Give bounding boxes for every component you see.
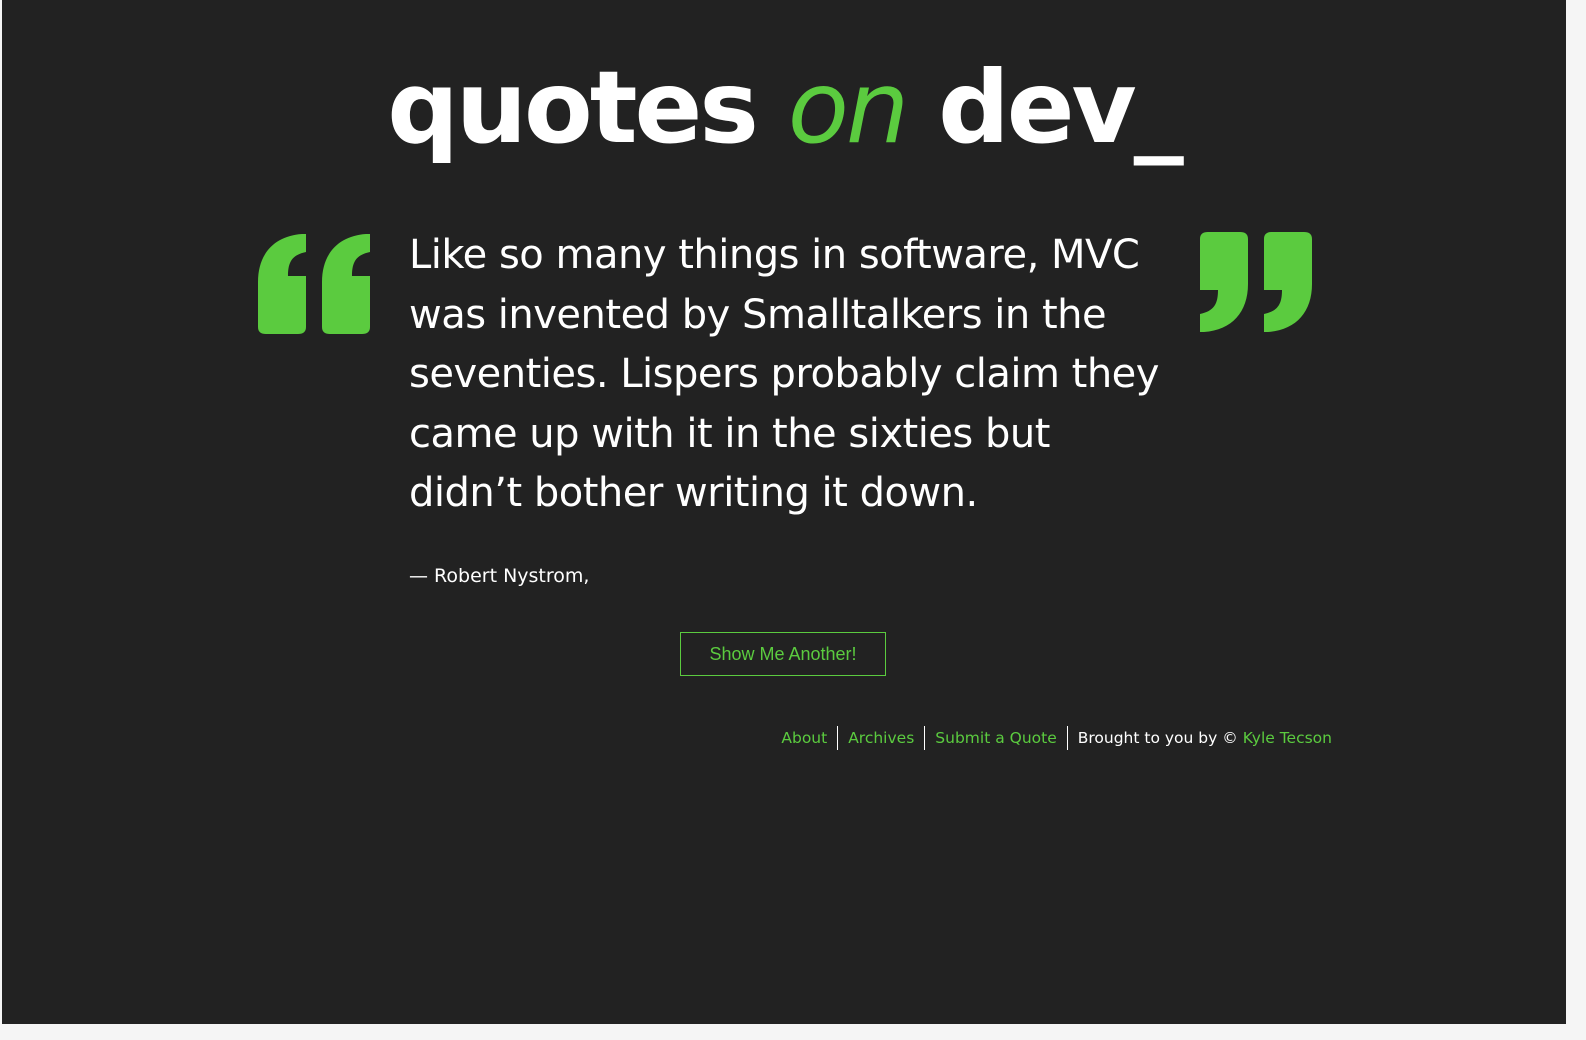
page: quotes on dev_ Like so many things in so… [2, 0, 1566, 1024]
footer-link-submit-quote[interactable]: Submit a Quote [935, 729, 1056, 747]
quote-text: Like so many things in software, MVC was… [409, 232, 1159, 516]
site-title-dev: dev_ [938, 49, 1184, 166]
footer-divider [1066, 726, 1068, 750]
footer-divider [837, 726, 839, 750]
show-another-button[interactable]: Show Me Another! [680, 632, 886, 676]
footer-author-link[interactable]: Kyle Tecson [1243, 729, 1332, 747]
quote-author: — Robert Nystrom, [409, 565, 590, 587]
site-title-on: on [787, 49, 910, 166]
footer-nav: About Archives Submit a Quote Brought to… [781, 726, 1332, 750]
close-quote-icon [1198, 232, 1316, 336]
footer-credit-text: Brought to you by © [1077, 729, 1238, 747]
footer-link-about[interactable]: About [781, 729, 827, 747]
footer-link-archives[interactable]: Archives [848, 729, 914, 747]
open-quote-icon [256, 232, 374, 336]
site-title-quotes: quotes [387, 49, 759, 166]
footer-divider [924, 726, 926, 750]
site-title: quotes on dev_ [2, 48, 1566, 168]
